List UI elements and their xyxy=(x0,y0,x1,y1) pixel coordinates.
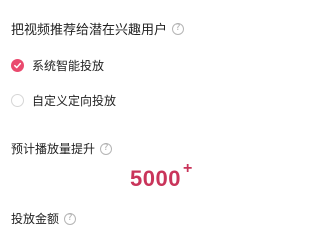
amount-label: 投放金额 xyxy=(11,212,60,226)
option-system-smart[interactable]: 系统智能投放 xyxy=(11,57,104,74)
estimate-plus: + xyxy=(182,160,193,177)
estimate-label-row: 预计播放量提升 ? xyxy=(11,140,113,157)
radio-checked-icon[interactable] xyxy=(11,59,24,72)
estimate-label: 预计播放量提升 xyxy=(11,142,96,156)
option-label: 系统智能投放 xyxy=(32,59,105,73)
question-icon[interactable]: ? xyxy=(172,22,185,35)
estimated-plays-value: 5000 + xyxy=(130,160,192,192)
question-icon[interactable]: ? xyxy=(64,212,77,225)
option-label: 自定义定向投放 xyxy=(32,94,117,108)
radio-unchecked-icon[interactable] xyxy=(11,94,24,107)
option-custom-targeting[interactable]: 自定义定向投放 xyxy=(11,92,116,109)
amount-label-row: 投放金额 ? xyxy=(11,210,77,227)
estimate-number: 5000 xyxy=(130,166,181,191)
checkmark-icon xyxy=(14,62,22,69)
section-title-text: 把视频推荐给潜在兴趣用户 xyxy=(11,23,168,38)
question-icon[interactable]: ? xyxy=(100,142,113,155)
section-title: 把视频推荐给潜在兴趣用户 ? xyxy=(11,19,185,38)
promotion-panel: 把视频推荐给潜在兴趣用户 ? 系统智能投放 自定义定向投放 预计播放量提升 ? … xyxy=(0,0,320,240)
